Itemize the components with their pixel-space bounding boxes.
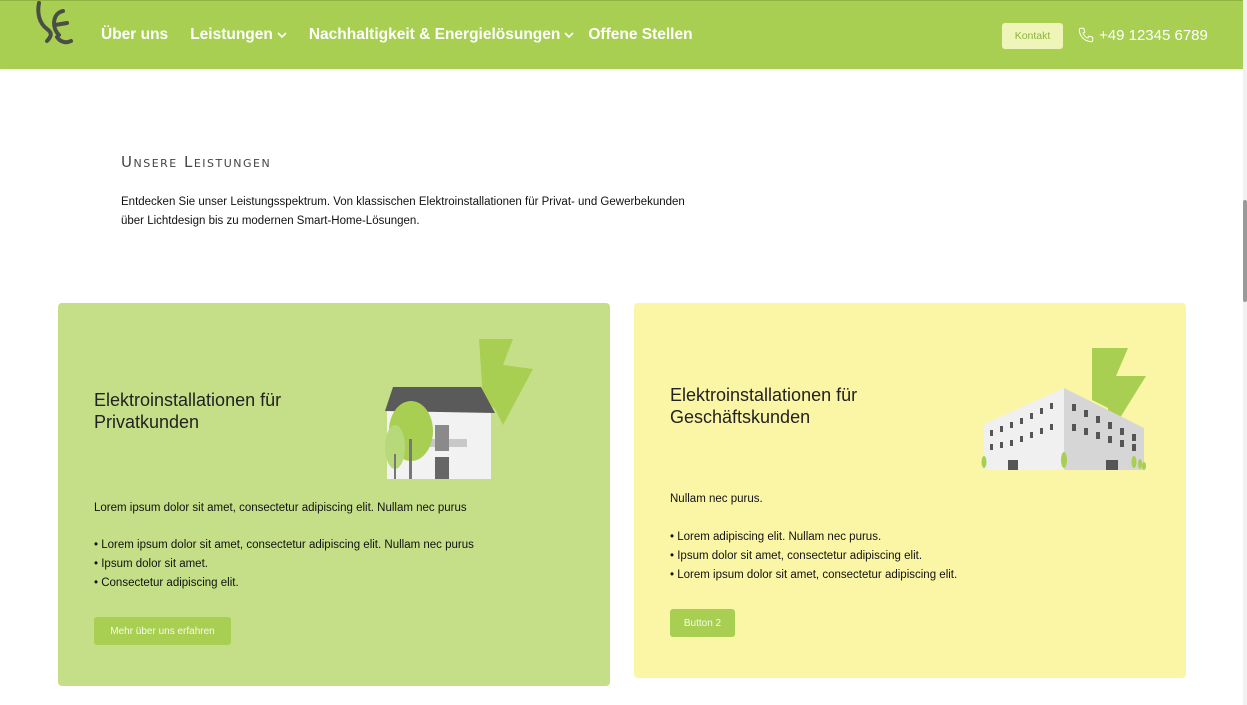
card-title: Elektroinstallationen für Geschäftskunde… [670, 384, 890, 428]
nav-item-ueber-uns[interactable]: Über uns [101, 26, 168, 44]
office-building-with-lightning-icon [981, 348, 1146, 470]
house-with-lightning-icon [385, 339, 533, 479]
list-item: Ipsum dolor sit amet, consectetur adipis… [670, 547, 957, 566]
button-2[interactable]: Button 2 [670, 609, 735, 637]
phone-number: +49 12345 6789 [1099, 26, 1208, 44]
chevron-down-icon [564, 32, 574, 39]
card-description: Lorem ipsum dolor sit amet, consectetur … [94, 502, 467, 514]
list-item: Lorem adipiscing elit. Nullam nec purus. [670, 528, 957, 547]
list-item: Ipsum dolor sit amet. [94, 555, 474, 574]
intro-line: Entdecken Sie unser Leistungsspektrum. V… [121, 196, 685, 208]
scrollbar-thumb[interactable] [1243, 200, 1247, 302]
nav-item-nachhaltigkeit[interactable]: Nachhaltigkeit & Energielösungen [309, 26, 575, 44]
nav-item-label: Leistungen [190, 26, 273, 43]
company-logo[interactable] [33, 1, 73, 49]
card-title-line: Elektroinstallationen für [94, 390, 282, 410]
nav-item-offene-stellen[interactable]: Offene Stellen [588, 26, 692, 44]
card-title: Elektroinstallationen für Privatkunden [94, 389, 314, 433]
phone-icon [1078, 27, 1094, 43]
nav-item-label: Nachhaltigkeit & Energielösungen [308, 26, 561, 43]
contact-button[interactable]: Kontakt [1002, 23, 1063, 49]
feature-list: Lorem adipiscing elit. Nullam nec purus.… [670, 528, 957, 586]
list-item: Consectetur adipiscing elit. [94, 574, 474, 593]
service-card-privatkunden: Elektroinstallationen für Privatkunden L… [58, 303, 610, 686]
chevron-down-icon [277, 32, 287, 39]
phone-link[interactable]: +49 12345 6789 [1077, 26, 1208, 44]
site-header: Über uns Leistungen Nachhaltigkeit & Ene… [0, 0, 1243, 69]
nav-item-label: Über uns [101, 26, 169, 43]
scrollbar-track[interactable] [1243, 0, 1247, 705]
list-item: Lorem ipsum dolor sit amet, consectetur … [94, 536, 474, 555]
service-card-geschaeftskunden: Elektroinstallationen für Geschäftskunde… [634, 303, 1186, 678]
card-title-line: Elektroinstallationen für [670, 385, 858, 405]
main-nav: Über uns Leistungen Nachhaltigkeit & Ene… [101, 26, 693, 44]
learn-more-button[interactable]: Mehr über uns erfahren [94, 617, 231, 645]
card-description: Nullam nec purus. [670, 493, 763, 505]
section-title: Unsere Leistungen [121, 153, 272, 171]
nav-item-label: Offene Stellen [588, 26, 693, 43]
list-item: Lorem ipsum dolor sit amet, consectetur … [670, 566, 957, 585]
intro-text: Entdecken Sie unser Leistungsspektrum. V… [121, 193, 721, 231]
feature-list: Lorem ipsum dolor sit amet, consectetur … [94, 536, 474, 594]
card-title-line: Privatkunden [94, 412, 200, 432]
intro-line: über Lichtdesign bis zu modernen Smart-H… [121, 215, 420, 227]
nav-item-leistungen[interactable]: Leistungen [190, 26, 287, 44]
card-title-line: Geschäftskunden [670, 407, 811, 427]
